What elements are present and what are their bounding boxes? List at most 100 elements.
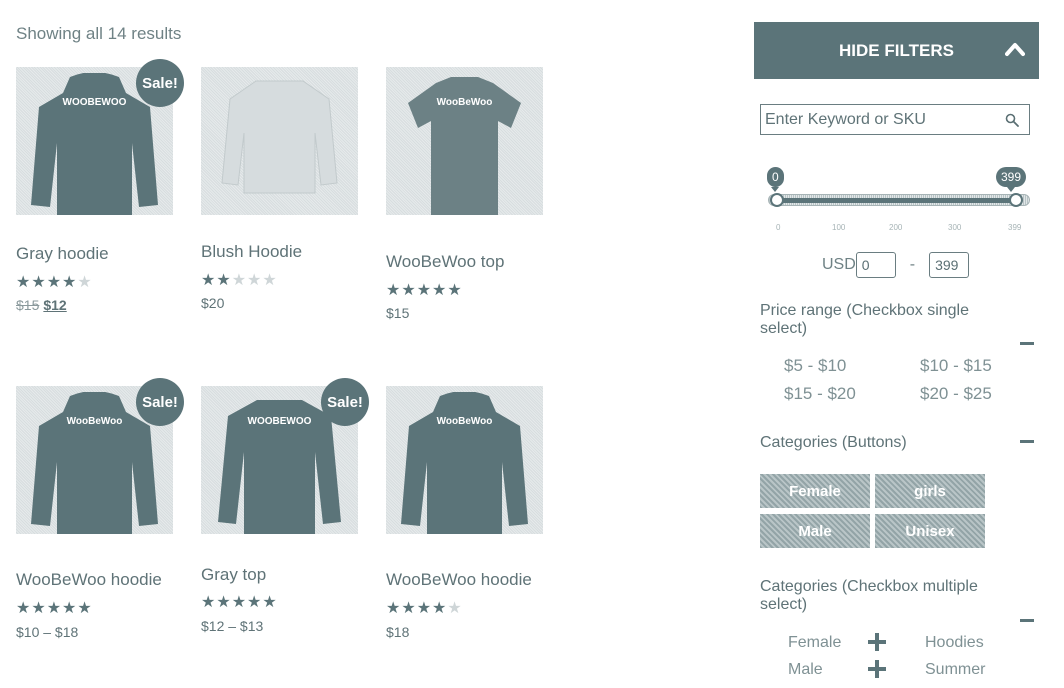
min-price-input[interactable]: 0 [855, 251, 896, 278]
product-price: $10 – $18 [16, 624, 78, 640]
categories-checkbox-title: Categories (Checkbox multiple select) [760, 578, 978, 613]
product-title[interactable]: WooBeWoo top [386, 252, 504, 272]
hide-filters-label: HIDE FILTERS [839, 40, 954, 60]
collapse-categories-buttons[interactable] [1020, 440, 1034, 443]
category-checkbox-summer[interactable]: Summer [925, 661, 985, 679]
product-price: $20 [201, 295, 224, 311]
star-icon: ★ [416, 600, 433, 617]
star-icon: ★ [432, 600, 448, 617]
star-icon: ★ [216, 594, 232, 611]
product-card[interactable]: WOOBEWOO Sale! Gray hoodie ★★★★★ $15 $12 [16, 59, 184, 317]
collapse-price-range-button[interactable] [1020, 342, 1034, 345]
star-icon: ★ [231, 272, 248, 289]
star-rating: ★★★★★ [386, 598, 463, 618]
product-card[interactable]: WooBeWoo WooBeWoo hoodie ★★★★★ $18 [386, 386, 546, 644]
product-image[interactable]: WooBeWoo [386, 386, 543, 534]
star-icon: ★ [16, 274, 32, 291]
product-card[interactable]: Blush Hoodie ★★★★★ $20 [201, 67, 361, 315]
search-icon[interactable] [1005, 113, 1019, 127]
star-icon: ★ [46, 600, 63, 617]
star-icon: ★ [77, 274, 93, 291]
sale-badge: Sale! [136, 59, 184, 107]
star-icon: ★ [216, 272, 232, 289]
slider-tick: 399 [1008, 223, 1022, 232]
star-rating: ★★★★★ [16, 272, 93, 292]
results-count: Showing all 14 results [16, 24, 182, 43]
star-icon: ★ [31, 274, 47, 291]
category-button-girls[interactable]: girls [875, 474, 985, 508]
chevron-up-icon [1005, 43, 1025, 56]
price: $12 – $13 [201, 618, 264, 634]
category-button-male[interactable]: Male [760, 514, 870, 548]
price: $10 – $18 [16, 624, 79, 640]
star-icon: ★ [77, 600, 93, 617]
product-title[interactable]: WooBeWoo hoodie [386, 570, 532, 590]
category-checkbox-hoodies[interactable]: Hoodies [925, 634, 984, 652]
product-card[interactable]: WOOBEWOO Sale! Gray top ★★★★★ $12 – $13 [201, 378, 369, 638]
product-image[interactable]: WooBeWoo [386, 67, 543, 215]
star-icon: ★ [62, 274, 78, 291]
product-title[interactable]: Blush Hoodie [201, 242, 302, 262]
slider-tick: 0 [776, 223, 781, 232]
star-icon: ★ [447, 282, 463, 299]
product-title[interactable]: WooBeWoo hoodie [16, 570, 162, 590]
product-price: $15 [386, 305, 409, 321]
old-price: $15 [16, 297, 40, 313]
star-icon: ★ [416, 282, 433, 299]
price-range-option[interactable]: $5 - $10 [784, 356, 846, 376]
max-price-input[interactable]: 399 [929, 251, 970, 278]
product-title[interactable]: Gray hoodie [16, 244, 109, 264]
price-range-option[interactable]: $20 - $25 [920, 384, 992, 404]
category-checkbox-female[interactable]: Female [788, 634, 841, 652]
category-button-unisex[interactable]: Unisex [875, 514, 985, 548]
slider-tick: 300 [948, 223, 962, 232]
search-input[interactable] [761, 105, 1001, 134]
plus-icon[interactable] [868, 633, 886, 651]
star-icon: ★ [262, 594, 278, 611]
price: $20 [201, 295, 225, 311]
star-rating: ★★★★★ [201, 270, 278, 290]
product-card[interactable]: WooBeWoo WooBeWoo top ★★★★★ $15 [386, 67, 546, 325]
star-icon: ★ [401, 600, 417, 617]
price-slider[interactable]: 0 399 0 100 200 300 399 [762, 165, 1032, 245]
price-range-title: Price range (Checkbox single select) [760, 302, 969, 337]
garment-illustration [221, 80, 338, 194]
price-range-option[interactable]: $15 - $20 [784, 384, 856, 404]
print-text: WooBeWoo [436, 416, 493, 427]
collapse-categories-checkbox[interactable] [1020, 619, 1034, 622]
star-icon: ★ [247, 272, 263, 289]
product-price: $12 – $13 [201, 618, 263, 634]
currency-label: USD [822, 255, 856, 273]
slider-min-handle[interactable] [770, 193, 784, 207]
category-checkbox-male[interactable]: Male [788, 661, 823, 679]
price-range-option[interactable]: $10 - $15 [920, 356, 992, 376]
sale-price[interactable]: $12 [43, 297, 66, 313]
star-icon: ★ [247, 594, 263, 611]
product-image[interactable] [201, 67, 358, 215]
product-title[interactable]: Gray top [201, 565, 266, 585]
star-icon: ★ [432, 282, 448, 299]
sale-badge: Sale! [136, 378, 184, 426]
search-box [760, 104, 1030, 135]
hide-filters-button[interactable]: HIDE FILTERS [754, 22, 1039, 79]
star-icon: ★ [386, 600, 402, 617]
star-icon: ★ [401, 282, 417, 299]
price-inputs-row: USD 0 - 399 [822, 251, 970, 278]
garment-illustration [408, 77, 521, 215]
star-icon: ★ [31, 600, 47, 617]
price: $18 [386, 624, 410, 640]
star-icon: ★ [447, 600, 463, 617]
star-rating: ★★★★★ [16, 598, 93, 618]
category-button-female[interactable]: Female [760, 474, 870, 508]
slider-max-handle[interactable] [1009, 193, 1023, 207]
product-price: $18 [386, 624, 409, 640]
star-icon: ★ [46, 274, 63, 291]
star-icon: ★ [386, 282, 402, 299]
sale-badge: Sale! [321, 378, 369, 426]
plus-icon[interactable] [868, 660, 886, 678]
categories-buttons-title: Categories (Buttons) [760, 434, 907, 451]
product-card[interactable]: WooBeWoo Sale! WooBeWoo hoodie ★★★★★ $10 – $… [16, 378, 184, 644]
slider-fill [776, 198, 1016, 203]
slider-tick: 100 [832, 223, 846, 232]
garment-illustration [401, 392, 528, 534]
